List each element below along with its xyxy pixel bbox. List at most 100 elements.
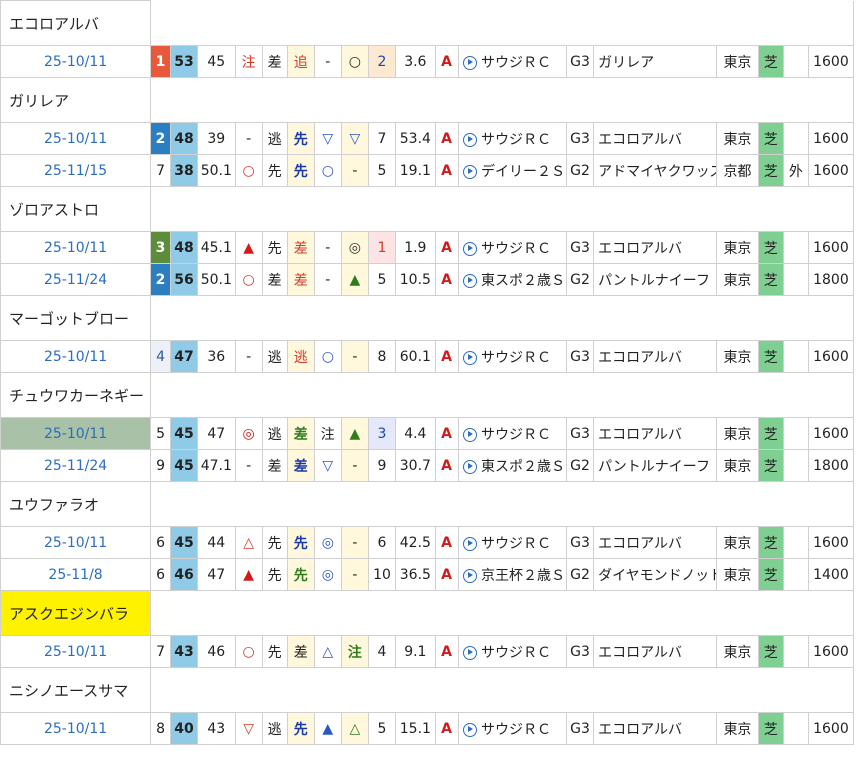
race-grade: G3 xyxy=(565,231,595,264)
horse-name[interactable]: マーゴットブロー xyxy=(0,295,152,341)
play-icon[interactable] xyxy=(462,273,477,288)
race-name-cell[interactable]: サウジＲＣ xyxy=(457,340,567,373)
race-date-link[interactable]: 25-11/15 xyxy=(0,154,152,187)
race-date-link[interactable]: 25-10/11 xyxy=(0,417,152,450)
race-name-cell[interactable]: サウジＲＣ xyxy=(457,417,567,450)
finish-position: 7 xyxy=(150,154,171,187)
race-date-link[interactable]: 25-11/8 xyxy=(0,558,152,591)
race-name-cell[interactable]: 東スポ２歳Ｓ xyxy=(457,449,567,482)
horse-name[interactable]: ニシノエースサマ xyxy=(0,667,152,713)
grade-mark: A xyxy=(434,122,459,155)
position-style: 先 xyxy=(286,154,315,187)
play-icon[interactable] xyxy=(462,132,477,147)
distance: 1600 xyxy=(807,231,855,264)
rating-value: 44 xyxy=(197,526,236,559)
course-note xyxy=(782,263,809,296)
odds: 15.1 xyxy=(395,712,436,745)
race-date-link[interactable]: 25-10/11 xyxy=(0,526,152,559)
play-icon[interactable] xyxy=(462,645,477,660)
race-name-cell[interactable]: サウジＲＣ xyxy=(457,712,567,745)
position-style: 差 xyxy=(286,231,315,264)
course-note xyxy=(782,526,809,559)
race-row: 25-11/8 6 46 47 ▲ 先先 ◎ -10 36.5 A 京王杯２歳Ｓ G2 ダイヤモンドノ… xyxy=(0,558,855,591)
mark-1: ○ xyxy=(234,154,263,187)
horse-name[interactable]: ガリレア xyxy=(0,77,152,123)
running-style: 逃 xyxy=(261,417,288,450)
horse-name[interactable]: ユウファラオ xyxy=(0,481,152,527)
play-icon[interactable] xyxy=(462,55,477,70)
race-name-cell[interactable]: デイリー２Ｓ xyxy=(457,154,567,187)
distance: 1600 xyxy=(807,340,855,373)
race-date-link[interactable]: 25-11/24 xyxy=(0,263,152,296)
mark-3: - xyxy=(340,526,369,559)
race-name-cell[interactable]: サウジＲＣ xyxy=(457,635,567,668)
mark-3: ▲ xyxy=(340,263,369,296)
race-date-link[interactable]: 25-10/11 xyxy=(0,712,152,745)
play-icon[interactable] xyxy=(462,459,477,474)
play-icon[interactable] xyxy=(462,241,477,256)
header-blank xyxy=(150,481,854,527)
play-icon[interactable] xyxy=(462,536,477,551)
play-icon[interactable] xyxy=(462,350,477,365)
mark-3: ▽ xyxy=(340,122,369,155)
play-icon[interactable] xyxy=(462,427,477,442)
rating-value: 50.1 xyxy=(197,263,236,296)
winner-name: エコロアルバ xyxy=(593,231,718,264)
racecourse: 東京 xyxy=(716,526,759,559)
grade-mark: A xyxy=(434,231,459,264)
rating-value: 47 xyxy=(197,558,236,591)
race-name-cell[interactable]: サウジＲＣ xyxy=(457,231,567,264)
speed-index: 48 xyxy=(169,122,199,155)
race-date-link[interactable]: 25-10/11 xyxy=(0,635,152,668)
race-date-link[interactable]: 25-10/11 xyxy=(0,340,152,373)
race-name-cell[interactable]: 京王杯２歳Ｓ xyxy=(457,558,567,591)
speed-index: 56 xyxy=(169,263,199,296)
race-row: 25-10/11 7 43 46 ○ 先差 △ 注 4 9.1 A サウジＲＣ G3 エコロアルバ 東京芝… xyxy=(0,635,855,668)
race-date-link[interactable]: 25-11/24 xyxy=(0,449,152,482)
racecourse: 京都 xyxy=(716,154,759,187)
race-date-link[interactable]: 25-10/11 xyxy=(0,231,152,264)
mark-3: ◎ xyxy=(340,231,369,264)
horse-name[interactable]: ゾロアストロ xyxy=(0,186,152,232)
odds: 30.7 xyxy=(395,449,436,482)
race-grade: G2 xyxy=(565,154,595,187)
header-blank xyxy=(150,0,854,46)
speed-index: 45 xyxy=(169,417,199,450)
mark-2: ▽ xyxy=(313,449,342,482)
header-blank xyxy=(150,186,854,232)
mark-2: - xyxy=(313,45,342,78)
mark-1: ▲ xyxy=(234,558,263,591)
race-name-cell[interactable]: 東スポ２歳Ｓ xyxy=(457,263,567,296)
race-grade: G3 xyxy=(565,45,595,78)
horse-name[interactable]: アスクエジンバラ xyxy=(0,590,152,636)
finish-position: 5 xyxy=(150,417,171,450)
surface: 芝 xyxy=(757,45,784,78)
horse-name[interactable]: エコロアルバ xyxy=(0,0,152,46)
speed-index: 45 xyxy=(169,449,199,482)
play-icon[interactable] xyxy=(462,164,477,179)
race-date-link[interactable]: 25-10/11 xyxy=(0,45,152,78)
race-date-link[interactable]: 25-10/11 xyxy=(0,122,152,155)
popularity: 3 xyxy=(367,417,397,450)
surface: 芝 xyxy=(757,154,784,187)
course-note xyxy=(782,45,809,78)
popularity: 9 xyxy=(367,449,397,482)
popularity: 5 xyxy=(367,712,397,745)
mark-2: ▲ xyxy=(313,712,342,745)
running-style: 先 xyxy=(261,154,288,187)
speed-index: 38 xyxy=(169,154,199,187)
distance: 1400 xyxy=(807,558,855,591)
horse-name[interactable]: チュウワカーネギー xyxy=(0,372,152,418)
play-icon[interactable] xyxy=(462,722,477,737)
distance: 1600 xyxy=(807,154,855,187)
play-icon[interactable] xyxy=(462,568,477,583)
finish-position: 3 xyxy=(150,231,171,264)
race-row: 25-11/15 7 38 50.1 ○ 先先 ○ -5 19.1 A デイリー２Ｓ G2 アドマイヤ… xyxy=(0,154,855,187)
race-name-cell[interactable]: サウジＲＣ xyxy=(457,122,567,155)
course-note xyxy=(782,340,809,373)
race-name: 東スポ２歳Ｓ xyxy=(481,458,566,475)
race-name-cell[interactable]: サウジＲＣ xyxy=(457,526,567,559)
race-name-cell[interactable]: サウジＲＣ xyxy=(457,45,567,78)
race-grade: G2 xyxy=(565,558,595,591)
rating-value: 47.1 xyxy=(197,449,236,482)
